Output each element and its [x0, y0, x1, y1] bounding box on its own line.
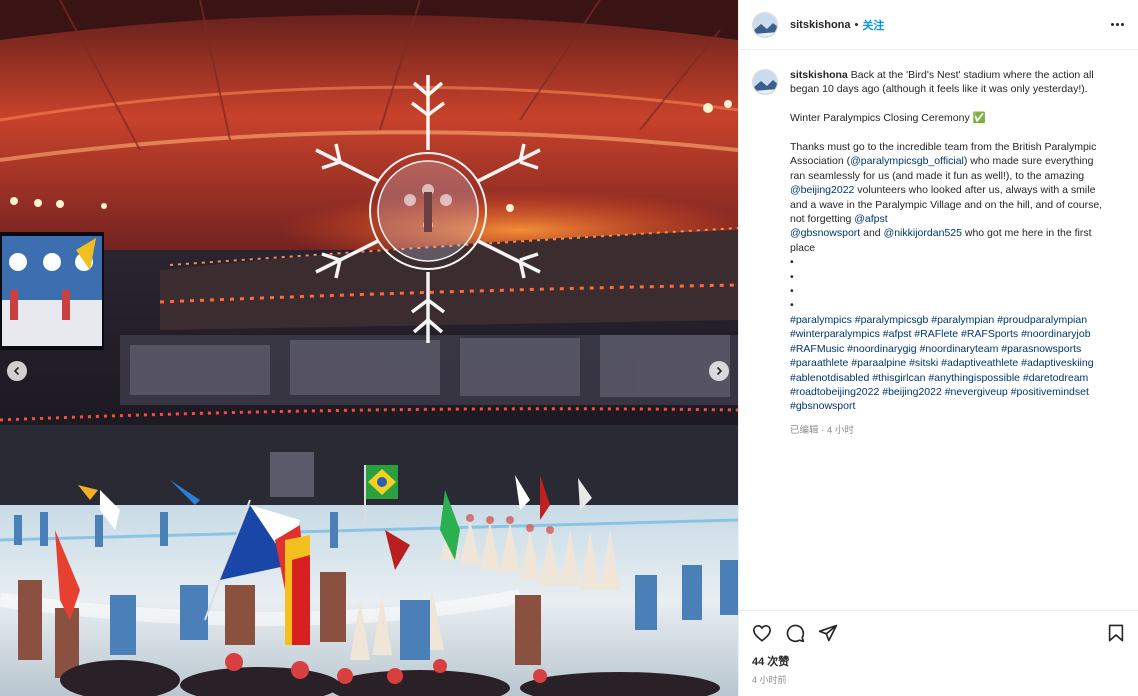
caption-line	[790, 97, 1120, 111]
caption-username[interactable]: sitskishona	[790, 69, 851, 81]
caption-line: @beijing2022 volunteers who looked after…	[790, 183, 1120, 197]
edited-timestamp: 已编辑 · 4 小时	[790, 424, 854, 436]
caption-line: •	[790, 298, 1120, 312]
caption-text-segment: Back at the 'Bird's Nest' stadium where …	[850, 69, 1094, 81]
caption-link[interactable]: @gbsnowsport	[790, 227, 860, 239]
avatar-image	[753, 70, 777, 94]
caption-text-segment: •	[790, 299, 794, 312]
post-side-panel: sitskishona • 关注 sitskishona Back at the…	[738, 0, 1138, 696]
comment-icon[interactable]	[785, 623, 805, 643]
caption-line: #winterparalympics #afpst #RAFlete #RAFS…	[790, 327, 1120, 341]
caption-text-segment: and	[860, 227, 884, 240]
chevron-right-icon	[716, 366, 723, 376]
caption-link[interactable]: #roadtobeijing2022 #beijing2022 #nevergi…	[790, 386, 1089, 398]
post-image[interactable]	[0, 0, 738, 696]
caption-text-segment: Winter Paralympics Closing Ceremony ✅	[790, 112, 986, 125]
caption-link[interactable]: #gbsnowsport	[790, 400, 855, 412]
like-count[interactable]: 44 次赞	[752, 653, 1124, 669]
caption-text-segment: •	[790, 256, 794, 269]
caption-line: #gbsnowsport	[790, 399, 1120, 413]
caption-line: •	[790, 284, 1120, 298]
comments-section: sitskishona Back at the 'Bird's Nest' st…	[739, 50, 1138, 610]
caption-text: sitskishona Back at the 'Bird's Nest' st…	[790, 68, 1120, 414]
caption-line: began 10 days ago (although it feels lik…	[790, 82, 1120, 96]
caption-text-segment: •	[790, 270, 794, 283]
caption-text-segment: Association (	[790, 155, 851, 168]
caption-line: #roadtobeijing2022 #beijing2022 #nevergi…	[790, 385, 1120, 399]
caption-text-segment: Thanks must go to the incredible team fr…	[790, 141, 1097, 153]
next-image-button[interactable]	[709, 361, 729, 381]
more-options-icon[interactable]	[1111, 23, 1124, 26]
actions-bar: 44 次赞 4 小时前	[739, 610, 1138, 696]
post-username[interactable]: sitskishona	[790, 19, 851, 31]
caption-line: and a wave in the Paralympic Village and…	[790, 198, 1120, 212]
post-caption: sitskishona Back at the 'Bird's Nest' st…	[790, 68, 1120, 610]
caption-link[interactable]: @paralympicsgb_official	[850, 155, 964, 167]
caption-text-segment: ran seamlessly for us (and made it fun a…	[790, 169, 1085, 182]
caption-line: Winter Paralympics Closing Ceremony ✅	[790, 111, 1120, 125]
caption-line: #ablenotdisabled #thisgirlcan #anythingi…	[790, 371, 1120, 385]
caption-text-segment: began 10 days ago (although it feels lik…	[790, 83, 1088, 96]
caption-line: ran seamlessly for us (and made it fun a…	[790, 169, 1120, 183]
share-icon[interactable]	[818, 623, 838, 643]
post-header: sitskishona • 关注	[739, 0, 1138, 50]
caption-link[interactable]: #RAFMusic #noordinarygig #noordinaryteam…	[790, 343, 1081, 355]
caption-line: Thanks must go to the incredible team fr…	[790, 140, 1120, 154]
ceremony-photo	[0, 0, 738, 696]
caption-line: •	[790, 270, 1120, 284]
chevron-left-icon	[13, 366, 20, 376]
caption-line: Association (@paralympicsgb_official) wh…	[790, 154, 1120, 168]
caption-link[interactable]: #ablenotdisabled #thisgirlcan #anythingi…	[790, 372, 1088, 384]
header-separator: •	[854, 18, 859, 31]
caption-text-segment: place	[790, 241, 816, 254]
post-dialog: sitskishona • 关注 sitskishona Back at the…	[0, 0, 1138, 696]
caption-line: •	[790, 255, 1120, 269]
caption-line: #RAFMusic #noordinarygig #noordinaryteam…	[790, 342, 1120, 356]
caption-link[interactable]: @nikkijordan525	[884, 227, 962, 239]
caption-text-segment: volunteers who looked after us, always w…	[854, 184, 1096, 197]
caption-line	[790, 126, 1120, 140]
caption-link[interactable]: #paraathlete #paraalpine #sitski #adapti…	[790, 357, 1094, 369]
caption-text-segment: and a wave in the Paralympic Village and…	[790, 198, 1103, 211]
avatar[interactable]	[752, 11, 778, 38]
previous-image-button[interactable]	[7, 361, 27, 381]
caption-line: place	[790, 241, 1120, 255]
heart-icon[interactable]	[752, 624, 772, 642]
caption-link[interactable]: #paralympics #paralympicsgb #paralympian…	[790, 314, 1087, 326]
caption-line: #paraathlete #paraalpine #sitski #adapti…	[790, 356, 1120, 370]
caption-avatar[interactable]	[752, 69, 778, 95]
follow-button[interactable]: 关注	[862, 17, 884, 33]
caption-line: not forgetting @afpst	[790, 212, 1120, 226]
caption-text-segment: •	[790, 285, 794, 298]
bookmark-icon[interactable]	[1108, 624, 1124, 642]
caption-link[interactable]: #winterparalympics #afpst #RAFlete #RAFS…	[790, 328, 1091, 340]
caption-line: #paralympics #paralympicsgb #paralympian…	[790, 313, 1120, 327]
post-time: 4 小时前	[752, 675, 787, 685]
caption-text-segment: not forgetting	[790, 213, 855, 226]
caption-text-segment: who got me here in the first	[961, 227, 1092, 240]
avatar-image	[753, 12, 777, 37]
caption-line: sitskishona Back at the 'Bird's Nest' st…	[790, 68, 1120, 82]
caption-link[interactable]: @beijing2022	[790, 184, 854, 196]
caption-line: @gbsnowsport and @nikkijordan525 who got…	[790, 226, 1120, 240]
caption-link[interactable]: @afpst	[854, 213, 887, 225]
caption-text-segment: ) who made sure everything	[963, 155, 1094, 168]
